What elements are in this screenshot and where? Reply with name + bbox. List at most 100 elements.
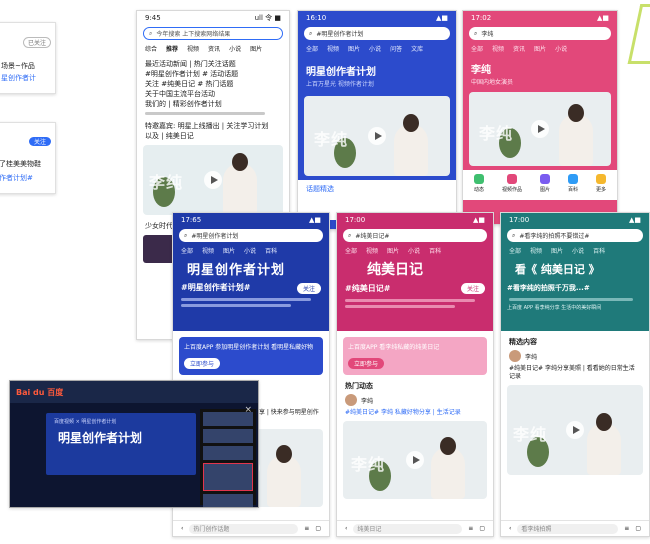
tab[interactable]: 百科 [429,246,441,255]
bottom-search[interactable]: 纯美日记 [353,523,463,534]
tabs-icon[interactable]: ▢ [635,525,641,532]
bottom-bar: ‹ 纯美日记 ≡ ▢ [337,520,493,536]
list-item[interactable] [203,429,253,443]
result-line[interactable]: #明星创作者计划 # 活动话题 [137,69,289,79]
tab[interactable]: 图片 [348,44,360,53]
tab[interactable]: 小说 [408,246,420,255]
tab[interactable]: 图片 [551,246,563,255]
bottom-search[interactable]: 热门创作话题 [189,523,299,534]
bottom-search[interactable]: 看李纯拍照 [517,523,619,534]
tab[interactable]: 小说 [229,44,241,53]
result-line[interactable]: 最近活动新闻 | 热门关注话题 [137,59,289,69]
video-thumbnail[interactable]: 李纯 [507,385,643,475]
back-icon[interactable]: ‹ [181,525,183,532]
list-item-highlighted[interactable] [203,463,253,491]
tab[interactable]: 视频 [202,246,214,255]
post-author[interactable]: 李纯 [525,352,537,361]
tab[interactable]: 小说 [244,246,256,255]
result-line[interactable]: 关注 #纯美日记 # 热门话题 [137,79,289,89]
tab[interactable]: 图片 [534,44,546,53]
play-icon[interactable] [368,127,386,145]
result-line[interactable]: 我们的 | 精彩创作者计划 [137,99,289,109]
hero-area: 17:00 ▲■ ⌕ #纯美日记# 全部 视频 图片 小说 百科 纯美日记 #纯美日… [337,213,493,331]
image-icon [539,174,550,184]
tab[interactable]: 百科 [593,246,605,255]
search-bar[interactable]: ⌕ #明星创作者计划 [179,229,323,242]
join-button[interactable]: 立即参与 [348,358,385,369]
avatar[interactable] [345,394,357,406]
play-icon[interactable] [566,421,584,439]
play-icon[interactable] [204,171,222,189]
post-author[interactable]: 李纯 [361,396,373,405]
video-watermark: 李纯 [479,124,514,143]
tab[interactable]: 全部 [509,246,521,255]
search-bar[interactable]: ⌕ 今年搜索 上下搜索网络结果 [143,27,283,40]
person-figure [394,114,428,176]
follow-button[interactable]: 关注 [296,283,321,294]
nav-icon[interactable]: 更多 [595,174,606,196]
play-icon[interactable] [406,451,424,469]
search-icon: ⌕ [149,29,153,37]
tab[interactable]: 视频 [366,246,378,255]
video-thumbnail[interactable]: 李纯 [304,96,450,176]
menu-icon[interactable]: ≡ [468,525,473,532]
close-icon[interactable]: × [244,405,252,415]
tab[interactable]: 全部 [181,246,193,255]
search-bar[interactable]: ⌕ #看李纯的拍照不要错过# [507,229,643,242]
followed-button[interactable]: 已关注 [22,37,51,48]
list-item[interactable] [203,446,253,460]
nav-icon[interactable]: 视频作品 [502,174,522,196]
tabs-icon[interactable]: ▢ [315,525,321,532]
back-icon[interactable]: ‹ [509,525,511,532]
item-title[interactable]: 特邀嘉宾: 明星上线播出 | 关注学习计划 [137,121,289,131]
tab[interactable]: 视频 [327,44,339,53]
nav-icon[interactable]: 动态 [473,174,484,196]
tab[interactable]: 小说 [572,246,584,255]
nav-icon[interactable]: 图片 [539,174,550,196]
back-icon[interactable]: ‹ [345,525,347,532]
menu-icon[interactable]: ≡ [624,525,629,532]
tab[interactable]: 视频 [530,246,542,255]
list-item[interactable] [203,494,253,507]
tab[interactable]: 小说 [555,44,567,53]
play-icon[interactable] [531,120,549,138]
result-line[interactable]: 关于中国主流平台活动 [137,89,289,99]
follow-button[interactable]: 关注 [28,137,51,146]
tab[interactable]: 图片 [223,246,235,255]
banner-subtitle: 百度视频 × 明星创作者计划 [54,419,117,425]
join-button[interactable]: 立即参与 [184,358,221,369]
tab[interactable]: 资讯 [208,44,220,53]
tab[interactable]: 视频 [187,44,199,53]
video-thumbnail[interactable]: 李纯 [343,421,487,499]
tab[interactable]: 百科 [265,246,277,255]
tab[interactable]: 问答 [390,44,402,53]
baidu-logo[interactable]: Bai du 百度 [16,387,63,398]
signal-icon: ▲■ [436,14,448,22]
tab[interactable]: 图片 [250,44,262,53]
video-thumbnail[interactable]: 李纯 [143,145,283,215]
tab[interactable]: 资讯 [513,44,525,53]
tabs-icon[interactable]: ▢ [479,525,485,532]
video-banner[interactable]: 百度视频 × 明星创作者计划 明星创作者计划 [46,413,196,475]
tab[interactable]: 视频 [492,44,504,53]
tab[interactable]: 全部 [345,246,357,255]
menu-icon[interactable]: ≡ [304,525,309,532]
search-bar[interactable]: ⌕ 李纯 [469,27,611,40]
nav-icon[interactable]: 百科 [567,174,578,196]
tab[interactable]: 小说 [369,44,381,53]
tab[interactable]: 推荐 [166,44,178,53]
search-bar[interactable]: ⌕ #明星创作者计划 [304,27,450,40]
search-bar[interactable]: ⌕ #纯美日记# [343,229,487,242]
video-icon [506,174,517,184]
post-text[interactable]: #纯美日记# 李纯分享美照 | 看看她的日常生活 记录 [501,365,649,381]
video-thumbnail[interactable]: 李纯 [469,92,611,166]
tab[interactable]: 文库 [411,44,423,53]
follow-button[interactable]: 关注 [460,283,485,294]
tab[interactable]: 图片 [387,246,399,255]
tab[interactable]: 全部 [306,44,318,53]
tab[interactable]: 综合 [145,44,157,53]
post-text[interactable]: #纯美日记# 李纯 私藏好物分享 | 生活记录 [337,409,493,417]
avatar[interactable] [509,350,521,362]
tab[interactable]: 全部 [471,44,483,53]
search-icon: ⌕ [184,231,188,239]
